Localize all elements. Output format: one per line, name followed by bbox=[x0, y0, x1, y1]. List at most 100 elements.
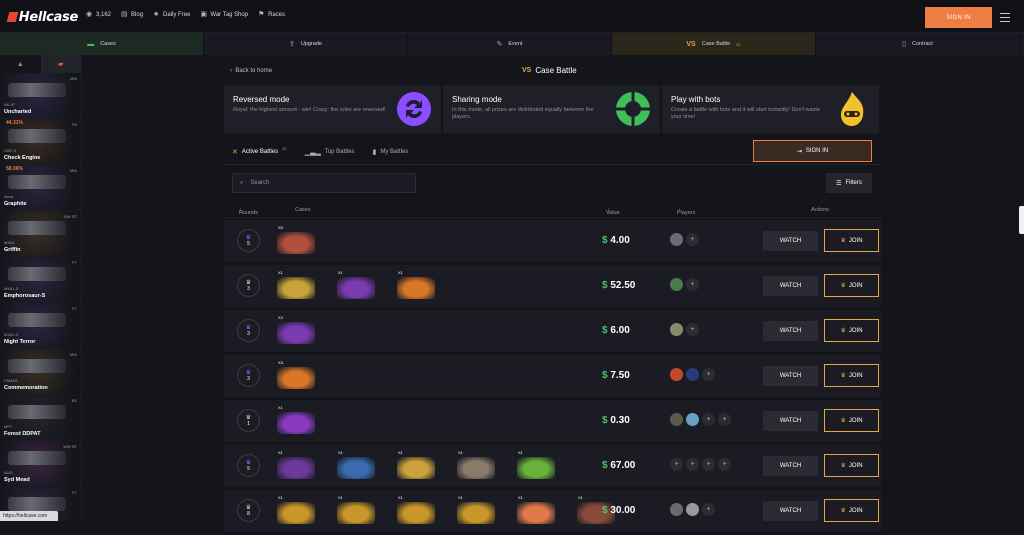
nav-war-tag-shop[interactable]: ▣ War Tag Shop bbox=[200, 11, 248, 18]
case-image bbox=[337, 277, 375, 299]
logo-mark-icon bbox=[6, 12, 19, 22]
battle-value: $ 7.50 bbox=[602, 370, 630, 381]
col-rounds[interactable]: Rounds ↓ bbox=[239, 207, 258, 216]
case-quantity: X1 bbox=[278, 405, 283, 410]
case-thumbnail: X1 bbox=[274, 404, 316, 438]
online-count: 3,162 bbox=[96, 11, 112, 18]
watch-button[interactable]: WATCH bbox=[763, 411, 818, 431]
tab-active-battles[interactable]: ✕ Active Battles 21 bbox=[232, 145, 287, 158]
join-button[interactable]: ♛ JOIN bbox=[824, 409, 879, 432]
tab-event[interactable]: ✎ Event bbox=[408, 33, 612, 55]
player-avatar[interactable] bbox=[686, 368, 699, 381]
menu-icon[interactable] bbox=[1000, 13, 1010, 22]
feed-all-tab[interactable]: ▲ bbox=[0, 55, 41, 73]
battle-row[interactable]: ♛ 5 X5 $ 4.00 + WATCH ♛ JOIN bbox=[224, 220, 881, 262]
tab-top-battles[interactable]: ▁▃▂ Top Battles bbox=[305, 145, 355, 158]
empty-slot-plus-icon[interactable]: + bbox=[702, 503, 715, 516]
col-players[interactable]: Players ↓ bbox=[677, 207, 695, 216]
empty-slot-plus-icon[interactable]: + bbox=[686, 233, 699, 246]
rounds-badge: ♛ 3 bbox=[237, 364, 260, 387]
header-sign-in-button[interactable]: SIGN IN bbox=[925, 7, 992, 28]
join-label: JOIN bbox=[848, 417, 863, 424]
case-quantity: X5 bbox=[278, 225, 283, 230]
watch-button[interactable]: WATCH bbox=[763, 276, 818, 296]
battle-row[interactable]: ♛ 1 X1 $ 0.30 + + WATCH ♛ JOIN bbox=[224, 400, 881, 442]
col-value[interactable]: Value ↓ bbox=[606, 207, 620, 216]
logo-text: Hellcase bbox=[18, 9, 79, 25]
scrollbar[interactable] bbox=[1019, 206, 1024, 234]
skin-name: Graphite bbox=[4, 201, 27, 207]
empty-slot-plus-icon[interactable]: + bbox=[686, 278, 699, 291]
mode-card-bots[interactable]: Play with bots Create a battle with bots… bbox=[662, 85, 879, 133]
feed-drop-item[interactable]: FT M4A1-S Night Terror bbox=[0, 303, 81, 349]
skin-name: Forest DDPAT bbox=[4, 431, 41, 437]
join-button[interactable]: ♛ JOIN bbox=[824, 364, 879, 387]
rounds-count: 3 bbox=[247, 285, 250, 292]
mode-card-sharing[interactable]: Sharing mode In this mode, all prizes ar… bbox=[443, 85, 660, 133]
join-button[interactable]: ♛ JOIN bbox=[824, 499, 879, 522]
filters-button[interactable]: ☰ Filters bbox=[826, 173, 872, 193]
hellcase-logo[interactable]: Hellcase bbox=[6, 9, 79, 25]
feed-drop-item[interactable]: 58.06% MW Nova Graphite bbox=[0, 165, 81, 211]
empty-slot-plus-icon[interactable]: + bbox=[702, 413, 715, 426]
feed-drop-item[interactable]: 44.31% FN USP-S Check Engine bbox=[0, 119, 81, 165]
watch-button[interactable]: WATCH bbox=[763, 366, 818, 386]
nav-daily-free[interactable]: ★ Daily Free bbox=[153, 11, 190, 18]
player-avatar[interactable] bbox=[670, 233, 683, 246]
feed-drop-item[interactable]: WW ST AUG Syd Mead bbox=[0, 441, 81, 487]
watch-button[interactable]: WATCH bbox=[763, 456, 818, 476]
subtabs-divider bbox=[224, 164, 881, 165]
tab-my-battles[interactable]: ▮ My Battles bbox=[373, 145, 409, 158]
case-quantity: X1 bbox=[278, 450, 283, 455]
tab-upgrade[interactable]: ⇪ Upgrade bbox=[204, 33, 408, 55]
empty-slot-plus-icon[interactable]: + bbox=[686, 458, 699, 471]
back-to-home-link[interactable]: ‹ Back to home bbox=[230, 68, 272, 74]
watch-button[interactable]: WATCH bbox=[763, 231, 818, 251]
watch-button[interactable]: WATCH bbox=[763, 501, 818, 521]
player-avatar[interactable] bbox=[670, 323, 683, 336]
player-avatar[interactable] bbox=[686, 503, 699, 516]
sign-in-button[interactable]: ⇥ SIGN IN bbox=[753, 140, 872, 162]
battle-row[interactable]: ♛ 8 X1 X1 X1 X1 X1 X1 $ 30.00 + WATCH ♛ JOIN bbox=[224, 490, 881, 532]
battle-row[interactable]: ♛ 3 X3 $ 6.00 + WATCH ♛ JOIN bbox=[224, 310, 881, 352]
empty-slot-plus-icon[interactable]: + bbox=[718, 413, 731, 426]
join-button[interactable]: ♛ JOIN bbox=[824, 274, 879, 297]
case-image bbox=[277, 367, 315, 389]
battle-row[interactable]: ♛ 5 X1 X1 X1 X1 X1 $ 67.00 + + + + WATCH ♛ JOIN bbox=[224, 445, 881, 487]
watch-button[interactable]: WATCH bbox=[763, 321, 818, 341]
search-icon: ⌕ bbox=[240, 179, 244, 186]
battle-row[interactable]: ♛ 3 X1 X1 X1 $ 52.50 + WATCH ♛ JOIN bbox=[224, 265, 881, 307]
empty-slot-plus-icon[interactable]: + bbox=[718, 458, 731, 471]
nav-blog[interactable]: ▤ Blog bbox=[121, 11, 143, 18]
battle-row[interactable]: ♛ 3 X3 $ 7.50 + WATCH ♛ JOIN bbox=[224, 355, 881, 397]
player-avatar[interactable] bbox=[670, 368, 683, 381]
empty-slot-plus-icon[interactable]: + bbox=[702, 458, 715, 471]
feed-drop-item[interactable]: MW FAMAS Commemoration bbox=[0, 349, 81, 395]
join-button[interactable]: ♛ JOIN bbox=[824, 229, 879, 252]
join-button[interactable]: ♛ JOIN bbox=[824, 454, 879, 477]
case-thumbnail: X1 bbox=[454, 494, 496, 528]
feed-drop-item[interactable]: FT M4A1-S Emphorosaur-S bbox=[0, 257, 81, 303]
player-avatar[interactable] bbox=[686, 413, 699, 426]
player-avatar[interactable] bbox=[670, 413, 683, 426]
mode-title: Reversed mode bbox=[233, 95, 290, 104]
skin-name: Emphorosaur-S bbox=[4, 293, 46, 299]
empty-slot-plus-icon[interactable]: + bbox=[686, 323, 699, 336]
feed-drop-item[interactable]: BW ST M4A4 Griffin bbox=[0, 211, 81, 257]
search-input[interactable]: ⌕ Search bbox=[232, 173, 416, 193]
feed-top-tab[interactable]: ▰ bbox=[40, 55, 81, 73]
tab-case-battle[interactable]: VS Case Battle 21 bbox=[612, 33, 816, 55]
empty-slot-plus-icon[interactable]: + bbox=[670, 458, 683, 471]
tab-cases[interactable]: ▬ Cases bbox=[0, 33, 204, 55]
join-button[interactable]: ♛ JOIN bbox=[824, 319, 879, 342]
battles-table-header: Rounds ↓ Cases Value ↓ Players ↓ Actions bbox=[224, 204, 881, 218]
feed-drop-item[interactable]: MW AK-47 Uncharted bbox=[0, 73, 81, 119]
nav-races[interactable]: ⚑ Races bbox=[258, 11, 285, 18]
player-avatar[interactable] bbox=[670, 278, 683, 291]
empty-slot-plus-icon[interactable]: + bbox=[702, 368, 715, 381]
feed-drop-item[interactable]: BS MP7 Forest DDPAT bbox=[0, 395, 81, 441]
mode-card-reversed[interactable]: Reversed mode Royal: the highest amount … bbox=[224, 85, 441, 133]
player-avatar[interactable] bbox=[670, 503, 683, 516]
drop-condition: MW bbox=[69, 76, 77, 81]
tab-contract[interactable]: ▯ Contract bbox=[816, 33, 1020, 55]
